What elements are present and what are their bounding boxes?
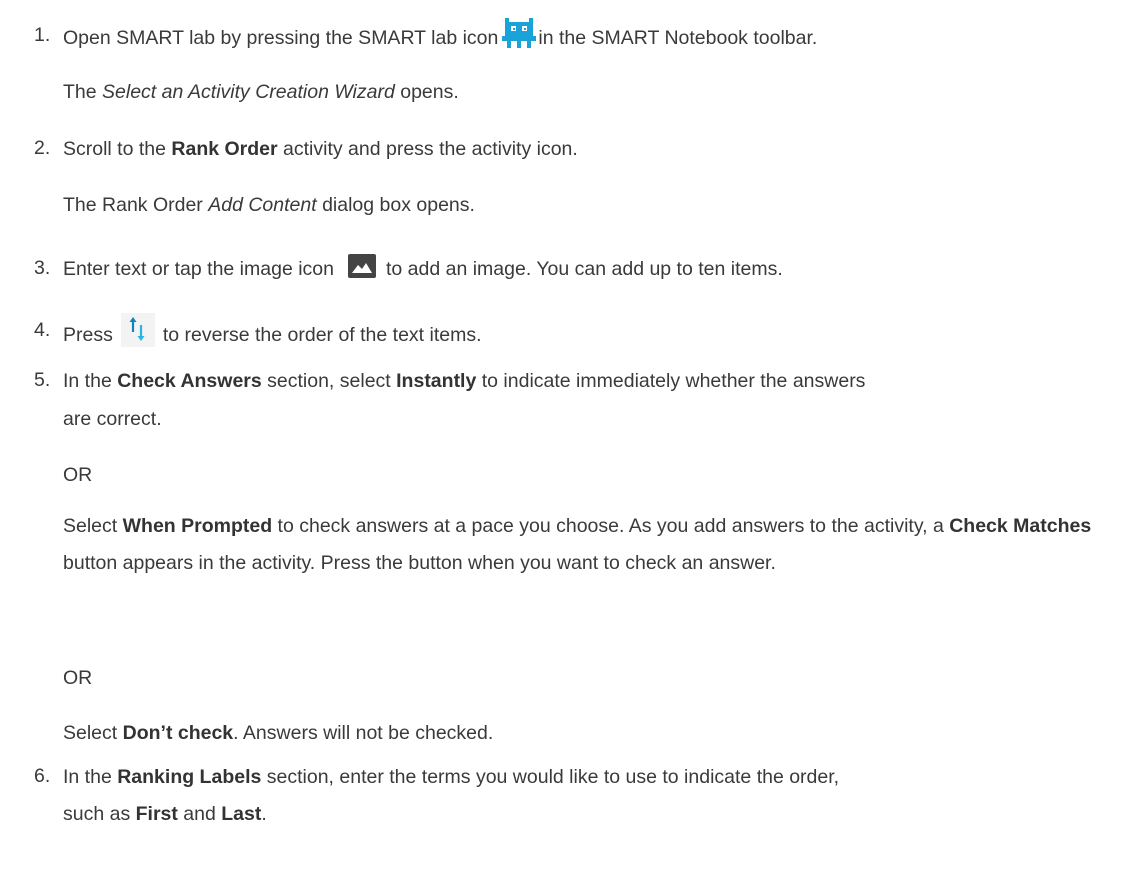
step-1-text-after-icon: in the SMART Notebook toolbar. [538,27,818,50]
step-5-line-1-mid: section, select [261,370,397,392]
step-6-line-2-prefix: such as [63,803,136,825]
step-1-result-suffix: opens. [394,81,459,103]
step-3-text-after-icon: to add an image. You can add up to ten i… [385,258,783,280]
step-2-number: 2. [34,137,51,159]
step-2-result: The Rank Order Add Content dialog box op… [63,193,475,217]
step-5-or-2: OR [63,667,93,689]
step-5-number: 5. [34,369,51,391]
step-5-or-1: OR [63,464,93,486]
step-5-line-1-prefix: In the [63,370,118,392]
step-5-line-1-suffix: to indicate immediately whether the answ… [476,370,866,392]
step-6-line-1: In the Ranking Labels section, enter the… [63,765,839,789]
step-5-line-1-bold-1: Check Answers [117,370,262,392]
step-3-number: 3. [34,257,51,279]
step-6-line-1-bold: Ranking Labels [117,766,262,788]
step-4-number: 4. [34,319,51,341]
step-6-line-1-prefix: In the [63,766,118,788]
step-4-text-after-icon: to reverse the order of the text items. [162,324,482,347]
step-6-number: 6. [34,765,51,787]
step-2-result-prefix: The Rank Order [63,194,209,216]
step-5-option-3-bold: Don’t check [122,722,234,744]
step-2-text-prefix: Scroll to the [63,138,172,160]
step-5-option-dont-check: Select Don’t check. Answers will not be … [63,721,493,745]
step-5-option-when-prompted: Select When Prompted to check answers at… [63,508,1103,582]
step-6-line-2-suffix: . [261,803,267,825]
step-5-option-2-prefix: Select [63,515,123,537]
step-4-text: Press to reverse the order of the text i… [63,313,482,353]
step-2-result-italic: Add Content [208,194,317,216]
step-6-line-1-suffix: section, enter the terms you would like … [261,766,840,788]
reverse-order-icon [120,313,155,347]
step-5-option-2-mid: to check answers at a pace you choose. A… [272,515,950,537]
step-2-text-suffix: activity and press the activity icon. [277,138,578,160]
step-6-line-2-bold-2: Last [221,803,262,825]
step-6-line-2-bold-1: First [135,803,178,825]
step-5-option-3-prefix: Select [63,722,123,744]
step-5-line-1-bold-2: Instantly [396,370,477,392]
step-5-option-2-bold-2: Check Matches [949,515,1092,537]
step-2-text: Scroll to the Rank Order activity and pr… [63,137,578,161]
step-4-text-before-icon: Press [63,324,113,347]
step-5-line-2: are correct. [63,408,162,430]
instruction-list: 1. Open SMART lab by pressing the SMART … [0,0,1121,877]
step-1-result-prefix: The [63,81,103,103]
step-1-number: 1. [34,24,51,46]
step-5-option-2-bold-1: When Prompted [122,515,273,537]
step-1-result: The Select an Activity Creation Wizard o… [63,80,459,104]
step-1-result-italic: Select an Activity Creation Wizard [102,81,395,103]
step-2-text-bold: Rank Order [171,138,278,160]
step-3-text-before-icon: Enter text or tap the image icon [63,258,334,280]
step-1-text: Open SMART lab by pressing the SMART lab… [63,18,818,54]
step-1-text-before-icon: Open SMART lab by pressing the SMART lab… [63,27,499,50]
step-5-option-2-suffix: button appears in the activity. Press th… [63,552,776,574]
step-6-line-2: such as First and Last. [63,802,267,826]
step-6-line-2-mid: and [177,803,222,825]
step-2-result-suffix: dialog box opens. [316,194,475,216]
step-5-line-1: In the Check Answers section, select Ins… [63,369,865,393]
step-3-text: Enter text or tap the image icon to add … [63,253,783,282]
smart-lab-icon [502,18,537,48]
image-icon [347,253,376,278]
step-5-option-3-suffix: . Answers will not be checked. [233,722,494,744]
